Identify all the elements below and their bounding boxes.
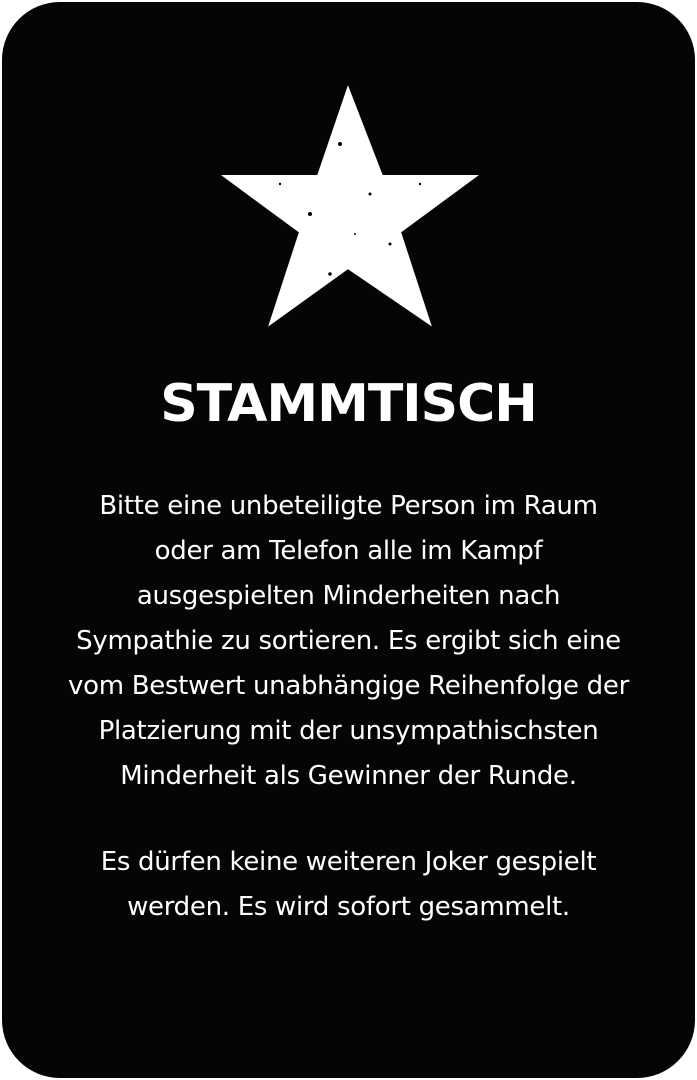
rules-line: Bitte eine unbeteiligte Person im Raum xyxy=(99,491,598,521)
card-rules-paragraph-2: Es dürfen keine weiteren Joker gespielt … xyxy=(42,840,655,930)
rules-line: werden. Es wird sofort gesammelt. xyxy=(127,892,570,922)
rules-line: oder am Telefon alle im Kampf xyxy=(154,536,543,566)
rules-line: ausgespielten Minderheiten nach xyxy=(136,581,561,611)
rules-line: Sympathie zu sortieren. Es ergibt sich e… xyxy=(76,626,621,656)
rules-line: Platzierung mit der unsympathischsten xyxy=(98,716,599,746)
rules-line: vom Bestwert unabhängige Reihenfolge der xyxy=(68,671,629,701)
game-card: STAMMTISCH Bitte eine unbeteiligte Perso… xyxy=(2,2,695,1078)
star-icon xyxy=(220,85,480,327)
rules-line: Minderheit als Gewinner der Runde. xyxy=(120,761,577,791)
card-title: STAMMTISCH xyxy=(160,374,538,434)
rules-line: Es dürfen keine weiteren Joker gespielt xyxy=(100,847,597,877)
card-rules-paragraph-1: Bitte eine unbeteiligte Person im Raum o… xyxy=(42,484,655,799)
